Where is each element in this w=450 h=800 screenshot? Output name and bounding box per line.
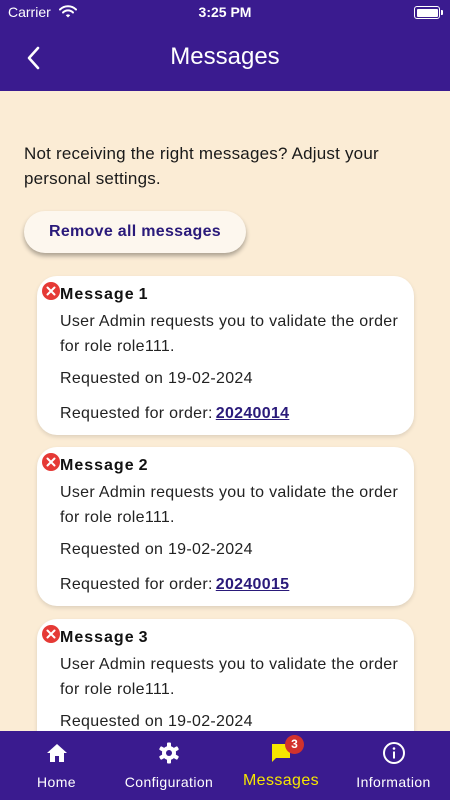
message-title: Message 1 (60, 286, 149, 303)
app-header: Carrier 3:25 PM Messages (0, 0, 450, 91)
tab-configuration[interactable]: Configuration (113, 731, 225, 800)
tab-label: Configuration (124, 774, 214, 790)
message-body: User Admin requests you to validate the … (60, 313, 399, 355)
order-link[interactable]: 20240014 (216, 405, 290, 422)
delete-message-icon[interactable] (42, 625, 60, 643)
order-line: Requested for order: 20240014 (60, 405, 290, 422)
status-bar: Carrier 3:25 PM (0, 0, 450, 26)
message-card: Message 3 User Admin requests you to vali… (37, 619, 414, 731)
delete-message-icon[interactable] (42, 453, 60, 471)
info-icon (382, 742, 405, 764)
messages-content[interactable]: Not receiving the right messages? Adjust… (0, 91, 450, 731)
requested-on-text: Requested on 19-02-2024 (60, 370, 253, 387)
status-time: 3:25 PM (198, 4, 252, 20)
message-title: Message 3 (60, 629, 149, 646)
tab-home[interactable]: Home (0, 731, 113, 800)
gear-icon (159, 742, 179, 764)
delete-message-icon[interactable] (42, 282, 60, 300)
tab-messages[interactable]: 3 Messages (225, 731, 337, 800)
bottom-tab-bar: Home Configuration 3 Messages Informatio… (0, 731, 450, 800)
home-icon (46, 744, 67, 762)
message-body: User Admin requests you to validate the … (60, 656, 399, 698)
order-line: Requested for order: 20240015 (60, 576, 290, 593)
message-body: User Admin requests you to validate the … (60, 484, 399, 526)
tab-information[interactable]: Information (337, 731, 450, 800)
message-title: Message 2 (60, 457, 149, 474)
tab-label: Information (356, 774, 431, 790)
settings-hint-text[interactable]: Not receiving the right messages? Adjust… (24, 141, 424, 191)
order-link[interactable]: 20240015 (216, 576, 290, 593)
tab-label: Messages (242, 772, 320, 789)
remove-all-messages-button[interactable]: Remove all messages (24, 211, 246, 253)
unread-badge: 3 (285, 735, 304, 754)
battery-icon (414, 6, 443, 19)
tab-label: Home (37, 774, 76, 790)
message-card: Message 2 User Admin requests you to vali… (37, 447, 414, 606)
requested-on-text: Requested on 19-02-2024 (60, 541, 253, 558)
requested-on-text: Requested on 19-02-2024 (60, 713, 253, 730)
message-card: Message 1 User Admin requests you to vali… (37, 276, 414, 435)
page-title: Messages (170, 43, 280, 70)
